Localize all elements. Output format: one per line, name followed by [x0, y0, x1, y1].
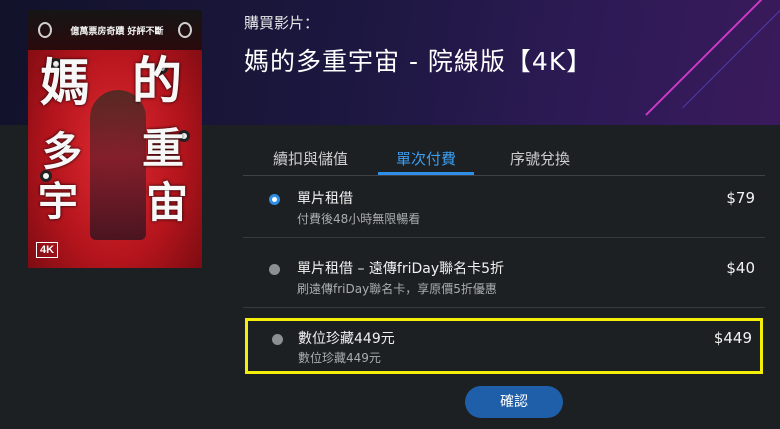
option-price: $40 [726, 259, 755, 277]
poster-title-char: 宙 [146, 178, 189, 227]
laurel-icon [178, 22, 192, 38]
decorative-streak [645, 0, 767, 116]
option-title: 單片租借 [297, 191, 353, 207]
option-rental[interactable]: 單片租借 付費後48小時無限暢看 $79 [243, 180, 765, 238]
poster-tagline: 億萬票房奇蹟 好評不斷 [70, 27, 164, 37]
option-subtitle: 數位珍藏449元 [298, 351, 381, 365]
poster-title-char: 宇 [38, 178, 78, 225]
radio-button[interactable] [269, 264, 280, 275]
tab-single-payment[interactable]: 單次付費 [396, 148, 456, 169]
decorative-streak [682, 1, 780, 109]
poster-figure [90, 90, 146, 240]
poster-4k-badge: 4K [36, 242, 59, 258]
active-tab-indicator [378, 172, 474, 175]
option-title: 單片租借 – 遠傳friDay聯名卡5折 [297, 261, 505, 277]
poster-title-char: 的 [132, 51, 182, 110]
option-price: $449 [713, 329, 752, 347]
radio-button[interactable] [269, 194, 280, 205]
poster-title-char: 重 [142, 124, 185, 173]
tab-redeem-code[interactable]: 序號兌換 [510, 148, 570, 169]
tab-subscription[interactable]: 續扣與儲值 [273, 148, 348, 169]
poster-title-char: 媽 [40, 53, 90, 112]
payment-tabs: 續扣與儲值 單次付費 序號兌換 [243, 140, 765, 176]
option-digital-collection[interactable]: 數位珍藏449元 數位珍藏449元 $449 [245, 318, 763, 374]
option-price: $79 [726, 189, 755, 207]
poster-title-char: 多 [42, 128, 82, 175]
option-title: 數位珍藏449元 [298, 331, 395, 347]
movie-poster: 億萬票房奇蹟 好評不斷 媽 的 多 重 宇 宙 4K [28, 10, 202, 268]
radio-button[interactable] [272, 334, 283, 345]
laurel-icon [38, 22, 52, 38]
option-subtitle: 付費後48小時無限暢看 [297, 212, 421, 226]
page-title: 媽的多重宇宙 - 院線版【4K】 [244, 47, 593, 76]
option-subtitle: 刷遠傳friDay聯名卡，享原價5折優惠 [297, 282, 497, 296]
buy-label: 購買影片： [244, 14, 320, 32]
confirm-button[interactable]: 確認 [465, 386, 563, 418]
option-rental-card-discount[interactable]: 單片租借 – 遠傳friDay聯名卡5折 刷遠傳friDay聯名卡，享原價5折優… [243, 250, 765, 308]
